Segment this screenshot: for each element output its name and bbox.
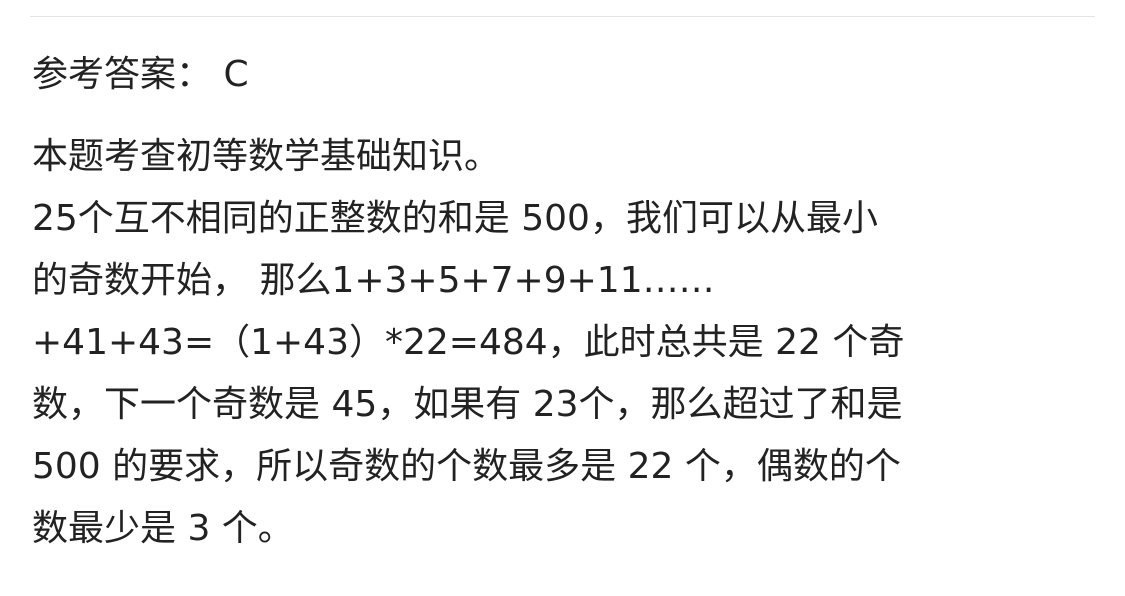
explanation-line-3: 的奇数开始， 那么1+3+5+7+9+11…… [32, 260, 715, 301]
explanation-line-5: 数，下一个奇数是 45，如果有 23个，那么超过了和是 [32, 384, 903, 425]
explanation-line-2: 25个互不相同的正整数的和是 500，我们可以从最小 [32, 198, 878, 239]
explanation-line-6: 500 的要求，所以奇数的个数最多是 22 个，偶数的个 [32, 446, 901, 487]
reference-answer: 参考答案： C [32, 54, 249, 95]
top-divider [30, 16, 1095, 17]
explanation-line-7: 数最少是 3 个。 [32, 508, 294, 549]
answer-explanation: 参考答案： C 本题考查初等数学基础知识。 25个互不相同的正整数的和是 500… [32, 44, 1102, 560]
explanation-line-4: +41+43=（1+43）*22=484，此时总共是 22 个奇 [32, 322, 905, 363]
explanation-line-1: 本题考查初等数学基础知识。 [32, 136, 501, 177]
